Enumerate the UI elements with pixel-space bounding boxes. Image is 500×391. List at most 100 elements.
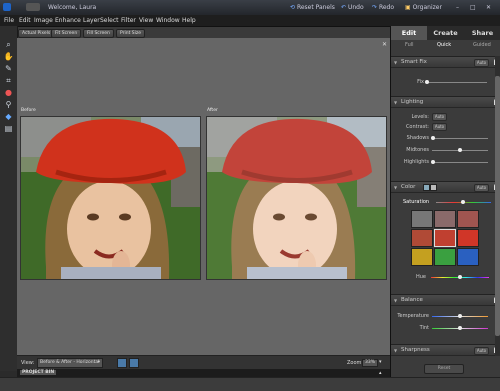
menu-select[interactable]: Select bbox=[100, 17, 119, 24]
temperature-label: Temperature bbox=[397, 313, 429, 319]
levels-label: Levels: bbox=[411, 114, 430, 120]
menu-file[interactable]: File bbox=[4, 17, 14, 24]
color-header[interactable]: ▼ Color Auto bbox=[391, 181, 500, 193]
sharpness-auto-button[interactable]: Auto bbox=[474, 347, 489, 355]
image-canvas[interactable]: Before After ✕ bbox=[17, 38, 390, 355]
fit-screen-button[interactable]: Fit Screen bbox=[51, 29, 82, 38]
color-mode-icon-2[interactable] bbox=[430, 184, 437, 191]
toolbox: ⌕ ✋ ✎ ⌗ ● ⚲ ◆ ▤ bbox=[0, 26, 18, 371]
smart-fix-header[interactable]: ▼ Smart Fix Auto bbox=[391, 56, 500, 68]
saturation-slider-knob[interactable] bbox=[461, 200, 465, 204]
reset-button[interactable]: Reset bbox=[424, 364, 464, 374]
app-logo-icon bbox=[3, 3, 11, 11]
crop-tool-icon[interactable]: ⌗ bbox=[3, 76, 14, 85]
fix-slider[interactable] bbox=[427, 82, 487, 83]
levels-auto-button[interactable]: Auto bbox=[432, 113, 447, 121]
swap-views-icon[interactable] bbox=[117, 358, 127, 368]
balance-header[interactable]: ▼ Balance bbox=[391, 294, 500, 306]
before-label: Before bbox=[21, 108, 36, 113]
lighting-header[interactable]: ▼ Lighting bbox=[391, 96, 500, 108]
edit-panel: Edit Create Share Full Quick Guided ▼ Sm… bbox=[390, 26, 500, 377]
color-variation-thumb[interactable] bbox=[457, 229, 479, 247]
subtab-quick[interactable]: Quick bbox=[437, 42, 451, 48]
balance-title: Balance bbox=[401, 297, 423, 303]
close-document-icon[interactable]: ✕ bbox=[382, 41, 387, 48]
tab-edit[interactable]: Edit bbox=[391, 26, 427, 40]
quick-selection-tool-icon[interactable]: ✎ bbox=[3, 64, 14, 73]
sharpness-header[interactable]: ▼ Sharpness Auto bbox=[391, 344, 500, 356]
color-mode-icon[interactable] bbox=[423, 184, 430, 191]
view-select[interactable]: Before & After - Horizontal ▾ bbox=[37, 358, 103, 368]
undo-button[interactable]: ↶ Undo bbox=[341, 4, 364, 11]
tab-create[interactable]: Create bbox=[427, 26, 464, 40]
temperature-slider-knob[interactable] bbox=[458, 314, 462, 318]
contrast-label: Contrast: bbox=[405, 124, 429, 130]
close-button[interactable]: ✕ bbox=[486, 4, 491, 11]
black-white-tool-icon[interactable]: ▤ bbox=[3, 124, 14, 133]
scrollbar-thumb[interactable] bbox=[495, 76, 500, 336]
shadows-slider[interactable] bbox=[432, 138, 488, 139]
smart-fix-auto-button[interactable]: Auto bbox=[474, 59, 489, 67]
hand-tool-icon[interactable]: ✋ bbox=[3, 52, 14, 61]
midtones-slider-knob[interactable] bbox=[458, 148, 462, 152]
redo-button[interactable]: ↷ Redo bbox=[372, 4, 394, 11]
shadows-label: Shadows bbox=[406, 135, 429, 141]
actual-pixels-button[interactable]: Actual Pixels bbox=[18, 29, 55, 38]
menu-layer[interactable]: Layer bbox=[83, 17, 100, 24]
collapse-triangle-icon: ▼ bbox=[394, 348, 398, 353]
print-size-button[interactable]: Print Size bbox=[116, 29, 146, 38]
color-variation-thumb[interactable] bbox=[457, 210, 479, 228]
project-bin[interactable]: PROJECT BIN ▴ bbox=[17, 369, 390, 377]
red-eye-tool-icon[interactable]: ● bbox=[3, 88, 14, 97]
reset-panels-button[interactable]: ⟲ Reset Panels bbox=[290, 4, 335, 11]
minimize-button[interactable]: – bbox=[456, 4, 459, 11]
whiten-teeth-tool-icon[interactable]: ⚲ bbox=[3, 100, 14, 109]
title-bar: Welcome, Laura ⟲ Reset Panels ↶ Undo ↷ R… bbox=[0, 0, 500, 16]
fill-screen-button[interactable]: Fill Screen bbox=[83, 29, 114, 38]
panel-scrollbar[interactable] bbox=[495, 56, 500, 356]
hue-slider-knob[interactable] bbox=[458, 275, 462, 279]
organizer-button[interactable]: ▣ Organizer bbox=[405, 4, 442, 11]
status-bar bbox=[0, 377, 500, 391]
highlights-slider[interactable] bbox=[432, 162, 488, 163]
midtones-label: Midtones bbox=[406, 147, 429, 153]
menu-help[interactable]: Help bbox=[182, 17, 196, 24]
menu-window[interactable]: Window bbox=[156, 17, 180, 24]
color-variation-thumb[interactable] bbox=[434, 210, 456, 228]
contrast-auto-button[interactable]: Auto bbox=[432, 123, 447, 131]
color-variation-thumb[interactable] bbox=[434, 229, 456, 247]
shadows-slider-knob[interactable] bbox=[431, 136, 435, 140]
blue-sky-tool-icon[interactable]: ◆ bbox=[3, 112, 14, 121]
menu-filter[interactable]: Filter bbox=[121, 17, 136, 24]
workspace-menu-icon[interactable] bbox=[26, 3, 40, 11]
menu-view[interactable]: View bbox=[139, 17, 153, 24]
color-variation-thumb[interactable] bbox=[457, 248, 479, 266]
tint-slider-knob[interactable] bbox=[458, 326, 462, 330]
collapse-triangle-icon: ▼ bbox=[394, 100, 398, 105]
subtab-full[interactable]: Full bbox=[405, 42, 414, 48]
zoom-stepper[interactable]: ▾ bbox=[379, 359, 382, 365]
color-variation-thumb[interactable] bbox=[434, 248, 456, 266]
zoom-value[interactable]: 33% bbox=[362, 359, 378, 367]
menu-image[interactable]: Image bbox=[34, 17, 53, 24]
subtab-guided[interactable]: Guided bbox=[473, 42, 491, 48]
tab-share[interactable]: Share bbox=[464, 26, 500, 40]
fix-slider-knob[interactable] bbox=[425, 80, 429, 84]
match-location-icon[interactable] bbox=[129, 358, 139, 368]
collapse-triangle-icon: ▼ bbox=[394, 298, 398, 303]
zoom-tool-icon[interactable]: ⌕ bbox=[3, 40, 14, 49]
color-variation-thumb[interactable] bbox=[411, 229, 433, 247]
project-bin-pin-icon[interactable]: ▴ bbox=[379, 370, 382, 376]
after-photo bbox=[206, 116, 387, 280]
hue-label: Hue bbox=[415, 274, 426, 280]
color-variation-thumb[interactable] bbox=[411, 248, 433, 266]
color-variation-thumb[interactable] bbox=[411, 210, 433, 228]
maximize-button[interactable]: □ bbox=[470, 4, 476, 11]
view-bar: View: Before & After - Horizontal ▾ Zoom:… bbox=[17, 355, 390, 370]
color-variations-grid bbox=[411, 210, 489, 268]
saturation-label: Saturation bbox=[403, 199, 430, 205]
highlights-slider-knob[interactable] bbox=[431, 160, 435, 164]
menu-enhance[interactable]: Enhance bbox=[55, 17, 81, 24]
color-auto-button[interactable]: Auto bbox=[474, 184, 489, 192]
menu-edit[interactable]: Edit bbox=[19, 17, 31, 24]
